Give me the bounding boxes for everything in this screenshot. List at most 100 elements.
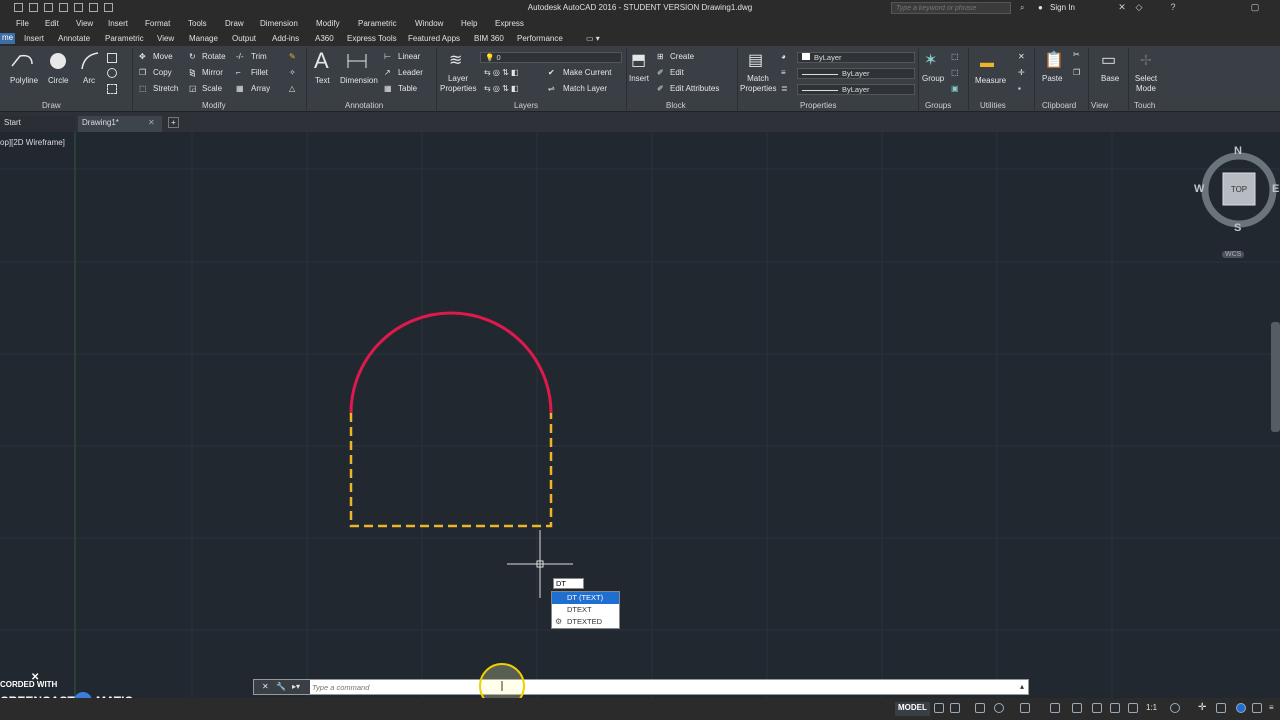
polar-icon[interactable] [994,703,1004,713]
command-input[interactable] [312,681,1012,693]
grid-icon[interactable] [934,703,944,713]
menu-parametric[interactable]: Parametric [358,19,397,28]
edit-block-button[interactable]: Edit [670,68,684,77]
autocomplete-item-dtext[interactable]: DTEXT [552,604,619,616]
sign-in-link[interactable]: Sign In [1050,3,1075,12]
annotation-panel-label[interactable]: Annotation [345,101,383,110]
menu-insert[interactable]: Insert [108,19,128,28]
isodraft-icon[interactable] [1020,703,1030,713]
fillet-button[interactable]: Fillet [251,68,268,77]
binoculars-icon[interactable]: ⌕ [1020,3,1024,13]
rectangle-icon[interactable] [107,53,117,63]
color-dropdown[interactable]: ByLayer [797,52,915,63]
paste-button[interactable]: Paste [1042,74,1062,83]
viewcube[interactable] [1196,146,1280,256]
isolate-objects-icon[interactable] [1236,703,1246,713]
block-panel-label[interactable]: Block [666,101,686,110]
create-block-button[interactable]: Create [670,52,694,61]
close-tab-icon[interactable]: ✕ [148,118,155,127]
exchange-icon[interactable]: ✕ [1117,2,1127,12]
start-tab[interactable]: Start [0,116,76,132]
tab-performance[interactable]: Performance [517,34,563,43]
red-arc[interactable] [349,311,553,414]
tab-insert[interactable]: Insert [24,34,44,43]
modify-panel-label[interactable]: Modify [202,101,226,110]
circle-button[interactable]: Circle [48,76,68,85]
menu-tools[interactable]: Tools [188,19,207,28]
properties-panel-label[interactable]: Properties [800,101,836,110]
ortho-icon[interactable] [975,703,985,713]
wcs-menu[interactable]: WCS [1222,251,1245,258]
trim-button[interactable]: Trim [251,52,267,61]
layer-tools2-icon[interactable]: ⇆ ◎ ⇅ ◧ [484,84,519,93]
wrench-icon[interactable]: 🔧 [276,682,286,691]
ungroup-icon[interactable]: ⬚ [951,52,959,61]
model-space-button[interactable]: MODEL [895,702,930,716]
tab-annotate[interactable]: Annotate [58,34,90,43]
ribbon-options-icon[interactable]: ▭ ▾ [586,34,600,43]
select-mode-button[interactable]: Select Mode [1132,74,1160,94]
view-panel-label[interactable]: View [1091,101,1108,110]
auto-scale-icon[interactable] [1128,703,1138,713]
insert-block-button[interactable]: Insert [629,74,649,83]
copy-button[interactable]: Copy [153,68,172,77]
clean-screen-icon[interactable] [1252,703,1262,713]
table-button[interactable]: Table [398,84,417,93]
scale-button[interactable]: Scale [202,84,222,93]
group-select-icon[interactable]: ▣ [951,84,959,93]
arc-button[interactable]: Arc [83,76,95,85]
annotation-monitor-icon[interactable]: ✛ [1198,702,1206,713]
base-button[interactable]: Base [1101,74,1119,83]
tab-a360[interactable]: A360 [315,34,334,43]
menu-express[interactable]: Express [495,19,524,28]
drawing-canvas[interactable]: op][2D Wireframe] TOP N S W E WCS DT DT … [0,132,1280,698]
object-snap-tracking-icon[interactable] [1072,703,1082,713]
menu-dimension[interactable]: Dimension [260,19,298,28]
minimize-icon[interactable]: ▢ [1250,2,1260,12]
customization-icon[interactable]: ≡ [1269,703,1274,712]
help-icon[interactable]: ? [1168,2,1178,12]
tab-parametric[interactable]: Parametric [105,34,144,43]
stretch-button[interactable]: Stretch [153,84,178,93]
add-tab-button[interactable]: + [168,117,179,128]
dynamic-input-field[interactable]: DT [553,578,584,589]
hatch-icon[interactable] [107,68,117,78]
dimension-button[interactable]: Dimension [340,76,378,85]
explode-icon[interactable]: ✧ [289,68,296,77]
groups-panel-label[interactable]: Groups [925,101,951,110]
menu-edit[interactable]: Edit [45,19,59,28]
command-history-icon[interactable]: ▴ [1020,682,1024,691]
snap-icon[interactable] [950,703,960,713]
viewport-controls[interactable]: op][2D Wireframe] [0,138,65,147]
recent-commands-icon[interactable]: ▸▾ [292,682,300,691]
compass-south[interactable]: S [1234,222,1241,234]
linetype-dropdown[interactable]: ByLayer [797,68,915,79]
viewcube-top-face[interactable]: TOP [1223,185,1255,194]
match-properties-button[interactable]: Match Properties [740,74,776,94]
a360-icon[interactable]: ◇ [1134,2,1144,12]
rotate-button[interactable]: Rotate [202,52,226,61]
layer-tools-icon[interactable]: ⇆ ◎ ⇅ ◧ [484,68,519,77]
lineweight-dropdown[interactable]: ByLayer [797,84,915,95]
lineweight-toggle-icon[interactable] [1092,703,1102,713]
copy-clip-icon[interactable]: ❐ [1073,68,1080,77]
cut-icon[interactable]: ✂ [1073,50,1080,59]
region-icon[interactable] [107,84,117,94]
draw-panel-label[interactable]: Draw [42,101,61,110]
clipboard-panel-label[interactable]: Clipboard [1042,101,1076,110]
move-button[interactable]: Move [153,52,173,61]
leader-button[interactable]: Leader [398,68,423,77]
menu-help[interactable]: Help [461,19,477,28]
tab-home[interactable]: me [0,33,16,44]
calculator-icon[interactable]: ▪ [1018,84,1021,93]
close-command-line-icon[interactable]: ✕ [262,682,269,691]
navigation-bar[interactable] [1271,322,1280,432]
object-snap-icon[interactable] [1050,703,1060,713]
layer-properties-button[interactable]: Layer Properties [440,74,476,94]
compass-north[interactable]: N [1234,145,1242,157]
compass-west[interactable]: W [1194,183,1204,195]
touch-panel-label[interactable]: Touch [1134,101,1155,110]
close-watermark-icon[interactable]: ✕ [31,672,39,683]
erase-icon[interactable]: ✎ [289,52,296,61]
make-current-button[interactable]: Make Current [563,68,611,77]
